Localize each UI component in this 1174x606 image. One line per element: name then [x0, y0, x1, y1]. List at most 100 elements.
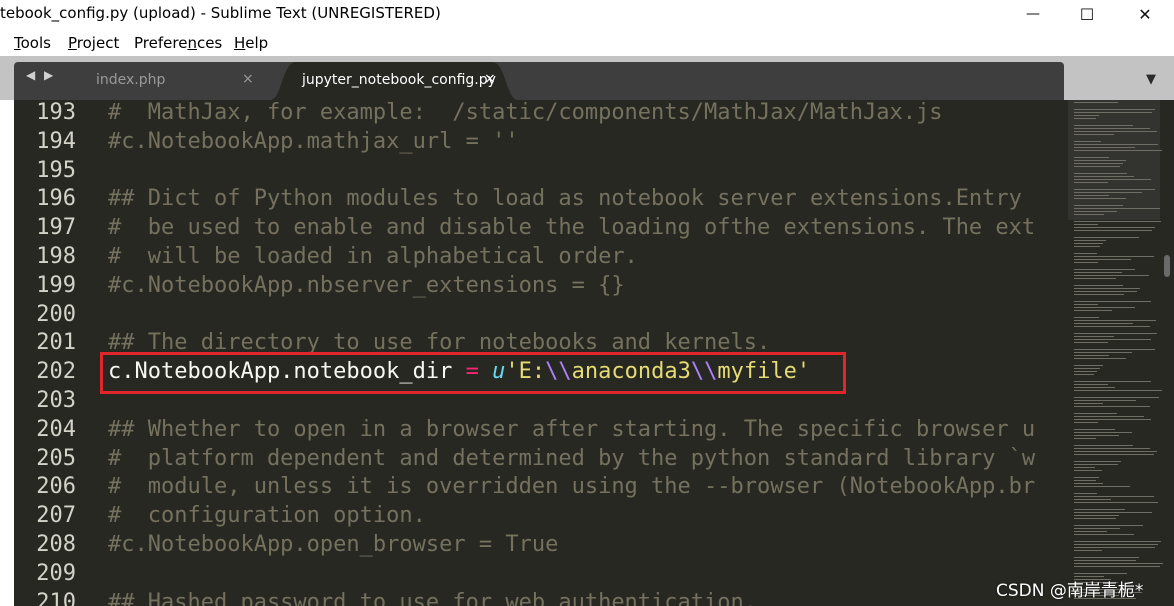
minimap-line: [1074, 365, 1103, 366]
minimap-line: [1074, 291, 1137, 292]
code-line[interactable]: #c.NotebookApp.open_browser = True: [108, 531, 558, 560]
minimap-line: [1074, 253, 1097, 254]
close-window-button[interactable]: ✕: [1122, 0, 1168, 28]
minimap-line: [1074, 477, 1099, 478]
line-number: 210: [36, 589, 76, 606]
minimap-line: [1074, 141, 1101, 142]
minimap-line: [1074, 496, 1154, 497]
menu-bar: Tools Project Preferences Help: [0, 30, 1174, 56]
minimap-line: [1074, 256, 1154, 257]
code-line[interactable]: # be used to enable and disable the load…: [108, 214, 1035, 243]
code-line[interactable]: ## Dict of Python modules to load as not…: [108, 185, 1022, 214]
tab-jupyter-notebook-config[interactable]: jupyter_notebook_config.py ×: [270, 62, 518, 100]
minimap-line: [1074, 355, 1109, 356]
minimap-line: [1074, 285, 1123, 286]
minimap-line: [1074, 544, 1158, 545]
minimap-line: [1074, 208, 1160, 209]
minimap-line: [1074, 294, 1124, 295]
tab-close-icon[interactable]: ×: [242, 71, 254, 87]
menu-tools[interactable]: Tools: [14, 34, 51, 52]
minimize-icon: —: [1026, 6, 1040, 22]
code-line[interactable]: # MathJax, for example: /static/componen…: [108, 100, 942, 128]
code-line[interactable]: # module, unless it is overridden using …: [108, 473, 1035, 502]
minimize-button[interactable]: —: [1010, 0, 1056, 28]
line-number: 197: [36, 215, 76, 241]
minimap-line: [1074, 464, 1118, 465]
minimap[interactable]: [1068, 100, 1174, 606]
line-number: 201: [36, 330, 76, 356]
tab-close-icon[interactable]: ×: [484, 71, 496, 87]
minimap-line: [1074, 451, 1157, 452]
code-line[interactable]: #c.NotebookApp.mathjax_url = '': [108, 128, 519, 157]
tab-index-php[interactable]: index.php ×: [78, 62, 268, 100]
line-number: 195: [36, 157, 76, 183]
minimap-line: [1074, 150, 1162, 151]
minimap-line: [1074, 499, 1111, 500]
tab-nav-left-icon[interactable]: ◀: [26, 68, 35, 82]
minimap-line: [1074, 445, 1133, 446]
minimap-line: [1074, 557, 1139, 558]
menu-help[interactable]: Help: [234, 34, 268, 52]
minimap-line: [1074, 326, 1150, 327]
maximize-button[interactable]: ☐: [1064, 0, 1110, 28]
minimap-line: [1074, 179, 1151, 180]
line-number: 203: [36, 388, 76, 413]
minimap-line: [1074, 301, 1151, 302]
minimap-line: [1074, 528, 1120, 529]
code-line[interactable]: ## Hashed password to use for web authen…: [108, 589, 757, 606]
minimap-line: [1074, 317, 1099, 318]
minimap-line: [1074, 195, 1109, 196]
minimap-line: [1074, 163, 1123, 164]
tab-list-chevron-down-icon[interactable]: ▼: [1146, 72, 1156, 87]
minimap-line: [1074, 176, 1134, 177]
minimap-line: [1074, 563, 1163, 564]
code-line[interactable]: # platform dependent and determined by t…: [108, 445, 1035, 474]
minimap-line: [1074, 403, 1103, 404]
minimap-line: [1074, 374, 1094, 375]
menu-project[interactable]: Project: [68, 34, 119, 52]
minimap-line: [1074, 509, 1125, 510]
line-number: 204: [36, 416, 76, 442]
minimap-line: [1074, 166, 1120, 167]
minimap-line: [1074, 413, 1117, 414]
minimap-line: [1074, 333, 1157, 334]
minimap-line: [1074, 189, 1155, 190]
line-number: 199: [36, 272, 76, 298]
line-number: 198: [36, 244, 76, 269]
code-line[interactable]: #c.NotebookApp.nbserver_extensions = {}: [108, 272, 625, 301]
minimap-line: [1074, 429, 1115, 430]
minimap-line: [1074, 448, 1150, 449]
scrollbar-thumb[interactable]: [1164, 255, 1170, 277]
title-bar: tebook_config.py (upload) - Sublime Text…: [0, 0, 1174, 28]
minimap-line: [1074, 262, 1098, 263]
minimap-line: [1074, 246, 1100, 247]
code-line[interactable]: # configuration option.: [108, 502, 426, 531]
code-line[interactable]: ## Whether to open in a browser after st…: [108, 416, 1035, 445]
line-number: 200: [36, 301, 76, 327]
minimap-line: [1074, 125, 1133, 126]
line-number: 209: [36, 560, 76, 586]
minimap-line: [1074, 259, 1131, 260]
line-number: 194: [36, 128, 76, 154]
minimap-line: [1074, 320, 1156, 321]
minimap-line: [1074, 304, 1098, 305]
minimap-line: [1074, 118, 1096, 119]
window-title: tebook_config.py (upload) - Sublime Text…: [0, 4, 441, 22]
line-number: 207: [36, 503, 76, 529]
highlight-box: [100, 352, 846, 394]
minimap-line: [1074, 214, 1104, 215]
minimap-line: [1074, 541, 1161, 542]
minimap-line: [1074, 221, 1161, 222]
minimap-line: [1074, 102, 1118, 103]
minimap-line: [1074, 352, 1132, 353]
code-editor[interactable]: 193 194 195 196 197 198 199 200 201 202 203 204 205 2…: [14, 100, 1068, 606]
minimap-line: [1074, 419, 1151, 420]
minimap-line: [1074, 525, 1143, 526]
code-line[interactable]: # will be loaded in alphabetical order.: [108, 243, 638, 272]
minimap-line: [1074, 134, 1114, 135]
minimap-line: [1074, 288, 1140, 289]
tab-nav-right-icon[interactable]: ▶: [44, 68, 53, 82]
minimap-line: [1074, 224, 1098, 225]
line-number: 208: [36, 532, 76, 557]
menu-preferences[interactable]: Preferences: [134, 34, 222, 52]
